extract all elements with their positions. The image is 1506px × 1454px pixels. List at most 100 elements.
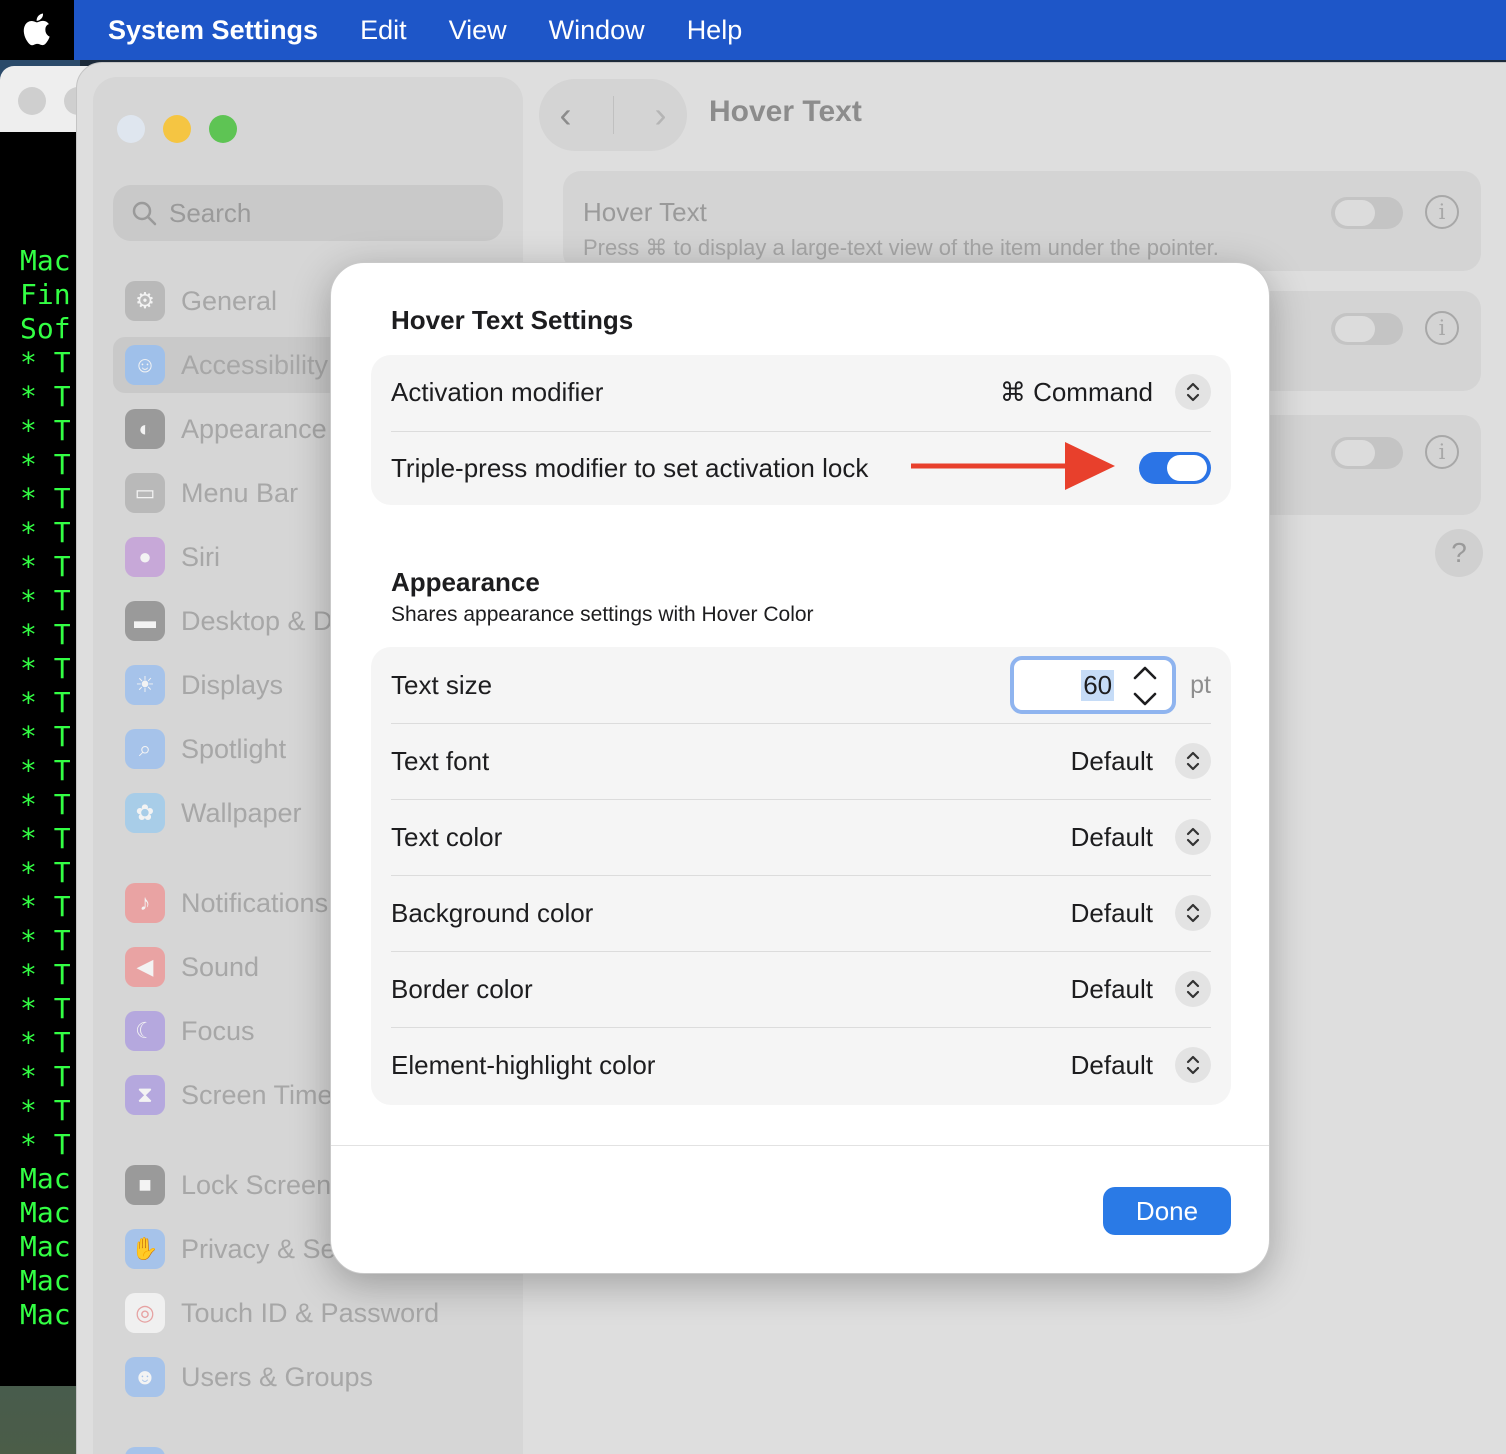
- terminal-line: * T: [20, 380, 71, 413]
- menu-app-name[interactable]: System Settings: [108, 15, 318, 46]
- terminal-line: * T: [20, 652, 71, 685]
- terminal-line: Mac: [20, 244, 71, 277]
- info-icon[interactable]: i: [1425, 311, 1459, 345]
- activation-modifier-label: Activation modifier: [391, 376, 604, 407]
- terminal-window[interactable]: Mac Fin Sof * T * T * T * T * T * T * T * T * T * T *…: [0, 132, 80, 1386]
- footer-divider: [331, 1145, 1269, 1146]
- sidebar-item-label: General: [181, 285, 278, 316]
- popup-chevrons-icon[interactable]: [1175, 743, 1211, 779]
- hand-icon: ✋: [125, 1229, 165, 1269]
- triple-press-toggle[interactable]: [1139, 452, 1211, 484]
- hover-text-card-description: Press ⌘ to display a large-text view of …: [583, 235, 1219, 260]
- annotation-arrow-icon: [911, 442, 1115, 490]
- sidebar-item-label: Lock Screen: [181, 1169, 332, 1200]
- search-placeholder: Search: [169, 197, 252, 228]
- sidebar-item-label: Sound: [181, 951, 260, 982]
- help-button[interactable]: ?: [1435, 529, 1483, 577]
- popup-chevrons-icon[interactable]: [1175, 895, 1211, 931]
- terminal-close-button[interactable]: [18, 87, 46, 115]
- terminal-line: * T: [20, 346, 71, 379]
- setting-toggle-3[interactable]: [1331, 437, 1403, 469]
- sidebar-item-internet-accounts[interactable]: @Internet Accounts: [113, 1439, 503, 1454]
- row-divider: [391, 723, 1211, 724]
- terminal-line: * T: [20, 720, 71, 753]
- apple-icon: [23, 13, 50, 46]
- search-field[interactable]: Search: [113, 185, 503, 241]
- done-button[interactable]: Done: [1103, 1187, 1231, 1235]
- text-size-field[interactable]: 60: [1010, 656, 1177, 714]
- hover-text-settings-sheet: Hover Text Settings Activation modifier …: [330, 262, 1270, 1274]
- search-icon: [132, 201, 157, 226]
- row-divider: [391, 875, 1211, 876]
- sidebar-item-label: Menu Bar: [181, 477, 299, 508]
- sidebar-item-label: Touch ID & Password: [181, 1297, 440, 1328]
- speaker-icon: ◀: [125, 947, 165, 987]
- terminal-line: * T: [20, 958, 71, 991]
- terminal-line: Sof: [20, 312, 71, 345]
- menu-window[interactable]: Window: [549, 15, 645, 46]
- fingerprint-icon: ◎: [125, 1293, 165, 1333]
- border-color-value[interactable]: Default: [1071, 974, 1153, 1005]
- terminal-line: * T: [20, 890, 71, 923]
- sidebar-item-label: Appearance: [181, 413, 327, 444]
- bell-icon: ♪: [125, 883, 165, 923]
- minimize-button[interactable]: [163, 115, 191, 143]
- text-color-value[interactable]: Default: [1071, 822, 1153, 853]
- activation-modifier-value[interactable]: ⌘ Command: [1000, 377, 1153, 408]
- setting-toggle-2[interactable]: [1331, 313, 1403, 345]
- menu-view[interactable]: View: [449, 15, 507, 46]
- lock-icon: ■: [125, 1165, 165, 1205]
- hover-text-toggle[interactable]: [1331, 197, 1403, 229]
- highlight-color-value[interactable]: Default: [1071, 1050, 1153, 1081]
- popup-chevrons-icon[interactable]: [1175, 374, 1211, 410]
- flower-icon: ✿: [125, 793, 165, 833]
- window-title: Hover Text: [709, 95, 862, 128]
- terminal-line: Mac: [20, 1264, 71, 1297]
- sidebar-item-touch-id-password[interactable]: ◎ Touch ID & Password: [113, 1285, 503, 1341]
- background-color-row: Background color Default: [391, 883, 1211, 943]
- text-font-value[interactable]: Default: [1071, 746, 1153, 777]
- forward-chevron-icon[interactable]: ›: [655, 94, 667, 136]
- menu-help[interactable]: Help: [687, 15, 743, 46]
- sun-icon: ☀: [125, 665, 165, 705]
- terminal-line: * T: [20, 924, 71, 957]
- terminal-line: * T: [20, 856, 71, 889]
- sidebar-item-users-groups[interactable]: ☻ Users & Groups: [113, 1349, 503, 1405]
- menubar-icon: ▭: [125, 473, 165, 513]
- popup-chevrons-icon[interactable]: [1175, 1047, 1211, 1083]
- row-divider: [391, 951, 1211, 952]
- menu-edit[interactable]: Edit: [360, 15, 407, 46]
- terminal-line: * T: [20, 414, 71, 447]
- row-divider: [391, 799, 1211, 800]
- terminal-line: Mac: [20, 1298, 71, 1331]
- back-chevron-icon[interactable]: ‹: [560, 94, 572, 136]
- terminal-line: * T: [20, 1128, 71, 1161]
- terminal-line: * T: [20, 618, 71, 651]
- terminal-line: * T: [20, 822, 71, 855]
- terminal-line: * T: [20, 482, 71, 515]
- text-size-value[interactable]: 60: [1081, 669, 1115, 701]
- info-icon[interactable]: i: [1425, 435, 1459, 469]
- activation-modifier-row: Activation modifier ⌘ Command: [391, 363, 1211, 421]
- nav-divider: [612, 96, 614, 134]
- row-divider: [391, 431, 1211, 432]
- text-size-label: Text size: [391, 669, 493, 700]
- terminal-line: * T: [20, 1060, 71, 1093]
- sidebar-item-label: Siri: [181, 541, 220, 572]
- terminal-line: * T: [20, 516, 71, 549]
- popup-chevrons-icon[interactable]: [1175, 971, 1211, 1007]
- appearance-subtitle: Shares appearance settings with Hover Co…: [391, 603, 814, 626]
- sidebar-item-label: Focus: [181, 1015, 255, 1046]
- terminal-line: Fin: [20, 278, 71, 311]
- popup-chevrons-icon[interactable]: [1175, 819, 1211, 855]
- stepper-arrows-icon[interactable]: [1130, 664, 1160, 708]
- info-icon[interactable]: i: [1425, 195, 1459, 229]
- users-icon: ☻: [125, 1357, 165, 1397]
- magnifier-icon: ⌕: [125, 729, 165, 769]
- zoom-button[interactable]: [209, 115, 237, 143]
- background-color-value[interactable]: Default: [1071, 898, 1153, 929]
- apple-menu[interactable]: [0, 0, 74, 60]
- sidebar-item-label: Spotlight: [181, 733, 287, 764]
- siri-icon: ●: [125, 537, 165, 577]
- close-button[interactable]: [117, 115, 145, 143]
